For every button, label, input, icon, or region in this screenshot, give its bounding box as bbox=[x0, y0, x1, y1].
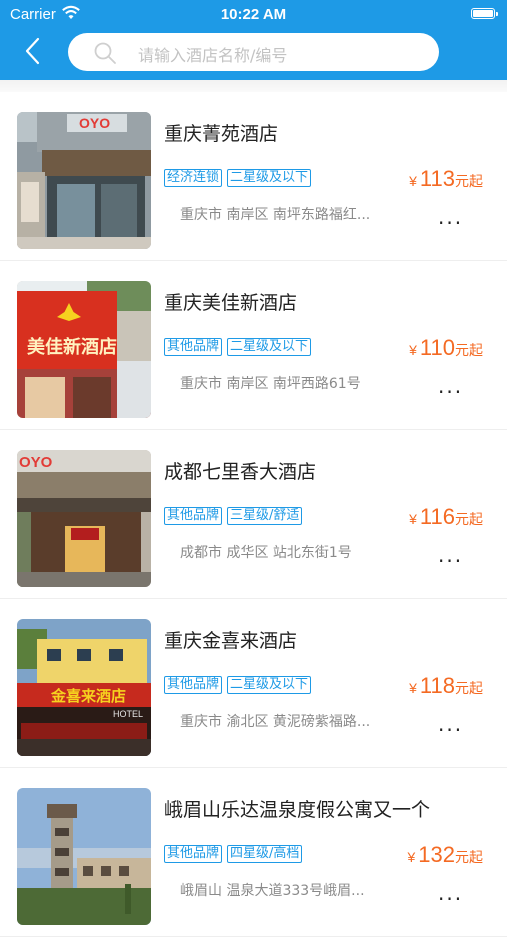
hotel-price: ¥118元起 bbox=[409, 673, 483, 699]
price-value: 110 bbox=[419, 335, 455, 360]
currency-symbol: ¥ bbox=[407, 849, 416, 865]
brand-tag: 其他品牌 bbox=[164, 507, 223, 525]
hotel-4-sign: 金喜来酒店 bbox=[50, 687, 126, 705]
brand-tag: 其他品牌 bbox=[164, 338, 223, 356]
hotel-photo bbox=[17, 788, 151, 925]
hotel-3-sign: OYO bbox=[19, 454, 53, 471]
hotel-list: OYO 重庆菁苑酒店 经济连锁 二星级及以下 ¥113元起 重庆市 南岸区 南坪… bbox=[0, 92, 507, 937]
price-value: 118 bbox=[419, 673, 455, 698]
hotel-address: 重庆市 南岸区 南坪西路61号 bbox=[180, 376, 361, 392]
hotel-photo: OYO bbox=[17, 112, 151, 249]
status-time: 10:22 AM bbox=[220, 6, 287, 23]
more-ellipsis-icon[interactable]: ... bbox=[438, 714, 468, 734]
price-value: 113 bbox=[419, 166, 455, 191]
price-value: 132 bbox=[418, 842, 455, 867]
hotel-list-item[interactable]: 美佳新酒店 重庆美佳新酒店 其他品牌 二星级及以下 ¥110元起 重庆市 南岸区… bbox=[0, 261, 507, 430]
hotel-tags: 其他品牌 二星级及以下 bbox=[164, 676, 312, 694]
hotel-price: ¥110元起 bbox=[409, 335, 483, 361]
hotel-list-item[interactable]: OYO 重庆菁苑酒店 经济连锁 二星级及以下 ¥113元起 重庆市 南岸区 南坪… bbox=[0, 92, 507, 261]
status-bar: Carrier 10:22 AM bbox=[0, 0, 507, 28]
hotel-tags: 其他品牌 四星级/高档 bbox=[164, 845, 303, 863]
hotel-photo: OYO bbox=[17, 450, 151, 587]
star-tag: 二星级及以下 bbox=[227, 169, 312, 187]
search-icon bbox=[94, 42, 116, 64]
more-ellipsis-icon[interactable]: ... bbox=[438, 883, 468, 903]
nav-header: Carrier 10:22 AM 请输入酒店名称/编号 bbox=[0, 0, 507, 80]
search-bar[interactable]: 请输入酒店名称/编号 bbox=[68, 33, 439, 71]
star-tag: 二星级及以下 bbox=[227, 338, 312, 356]
header-divider bbox=[0, 80, 507, 92]
currency-symbol: ¥ bbox=[409, 680, 417, 696]
price-suffix: 元起 bbox=[455, 511, 483, 527]
hotel-photo: 美佳新酒店 bbox=[17, 281, 151, 418]
currency-symbol: ¥ bbox=[409, 173, 417, 189]
hotel-name: 重庆美佳新酒店 bbox=[164, 292, 298, 314]
star-tag: 二星级及以下 bbox=[227, 676, 312, 694]
hotel-2-sign: 美佳新酒店 bbox=[27, 336, 117, 358]
hotel-price: ¥113元起 bbox=[409, 166, 483, 192]
star-tag: 四星级/高档 bbox=[227, 845, 303, 863]
price-suffix: 元起 bbox=[455, 680, 483, 696]
back-chevron-icon[interactable] bbox=[22, 36, 46, 66]
price-value: 116 bbox=[419, 504, 455, 529]
hotel-tags: 其他品牌 二星级及以下 bbox=[164, 338, 312, 356]
currency-symbol: ¥ bbox=[409, 511, 417, 527]
currency-symbol: ¥ bbox=[409, 342, 417, 358]
hotel-tags: 其他品牌 三星级/舒适 bbox=[164, 507, 303, 525]
search-input[interactable]: 请输入酒店名称/编号 bbox=[138, 42, 287, 66]
more-ellipsis-icon[interactable]: ... bbox=[438, 376, 468, 396]
hotel-price: ¥116元起 bbox=[409, 504, 483, 530]
hotel-price: ¥132元起 bbox=[407, 842, 483, 868]
hotel-list-item[interactable]: OYO 成都七里香大酒店 其他品牌 三星级/舒适 ¥116元起 成都市 成华区 … bbox=[0, 430, 507, 599]
hotel-address: 重庆市 南岸区 南坪东路福红... bbox=[180, 207, 371, 223]
hotel-name: 成都七里香大酒店 bbox=[164, 461, 317, 483]
hotel-address: 峨眉山 温泉大道333号峨眉... bbox=[180, 883, 365, 899]
star-tag: 三星级/舒适 bbox=[227, 507, 303, 525]
hotel-1-sign: OYO bbox=[79, 115, 110, 131]
more-ellipsis-icon[interactable]: ... bbox=[438, 545, 468, 565]
hotel-name: 重庆金喜来酒店 bbox=[164, 630, 298, 652]
more-ellipsis-icon[interactable]: ... bbox=[438, 207, 468, 227]
hotel-photo: 金喜来酒店 HOTEL bbox=[17, 619, 151, 756]
brand-tag: 经济连锁 bbox=[164, 169, 223, 187]
hotel-list-item[interactable]: 金喜来酒店 HOTEL 重庆金喜来酒店 其他品牌 二星级及以下 ¥118元起 重… bbox=[0, 599, 507, 768]
hotel-address: 重庆市 渝北区 黄泥磅紫福路... bbox=[180, 714, 371, 730]
brand-tag: 其他品牌 bbox=[164, 676, 223, 694]
price-suffix: 元起 bbox=[455, 342, 483, 358]
hotel-list-item[interactable]: 峨眉山乐达温泉度假公寓又一个 其他品牌 四星级/高档 ¥132元起 峨眉山 温泉… bbox=[0, 768, 507, 937]
brand-tag: 其他品牌 bbox=[164, 845, 223, 863]
battery-icon bbox=[471, 8, 498, 19]
hotel-address: 成都市 成华区 站北东街1号 bbox=[180, 545, 352, 561]
price-suffix: 元起 bbox=[455, 173, 483, 189]
hotel-tags: 经济连锁 二星级及以下 bbox=[164, 169, 312, 187]
hotel-name: 重庆菁苑酒店 bbox=[164, 123, 279, 145]
hotel-name: 峨眉山乐达温泉度假公寓又一个 bbox=[164, 799, 431, 821]
hotel-4-sign-en: HOTEL bbox=[113, 709, 143, 719]
price-suffix: 元起 bbox=[455, 849, 483, 865]
